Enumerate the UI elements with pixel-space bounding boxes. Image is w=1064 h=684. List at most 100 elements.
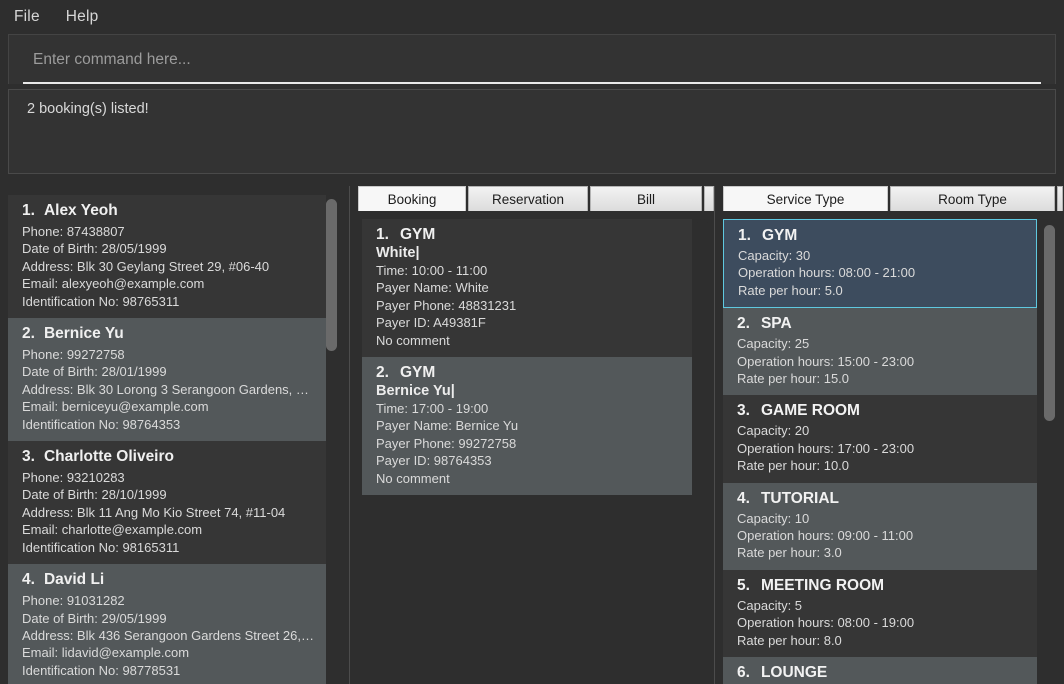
service-name: 1. GYM [738,227,1026,245]
main-content: 1. Alex Yeoh Phone: 87438807 Date of Birth:… [0,186,1064,684]
service-index: 6. [737,664,750,682]
tab-service-type[interactable]: Service Type [723,186,888,211]
person-email: Email: charlotte@example.com [22,522,203,538]
person-address: Address: Blk 436 Serangoon Gardens Stree… [22,627,316,643]
person-dob: Date of Birth: 29/05/1999 [22,610,167,626]
person-name: 1. Alex Yeoh [22,202,316,220]
menu-file[interactable]: File [14,8,40,26]
service-name-text: MEETING ROOM [760,576,885,594]
person-phone: Phone: 93210283 [22,470,125,486]
person-identification: Identification No: 98765311 [22,293,180,309]
tab-filler [704,186,714,211]
service-card[interactable]: 4. TUTORIAL Capacity: 10 Operation hours: 0… [723,482,1037,570]
booking-list: 1. GYM White| Time: 10:00 - 11:00 Payer Name… [362,219,692,496]
person-phone: Phone: 99272758 [22,347,125,363]
booking-payer-name: Payer Name: Bernice Yu [376,418,519,434]
service-hours: Operation hours: 08:00 - 19:00 [737,615,915,631]
result-message: 2 booking(s) listed! [27,101,149,117]
service-capacity: Capacity: 20 [737,423,810,439]
service-capacity: Capacity: 10 [737,510,810,526]
service-name-text: GYM [761,227,798,244]
service-rate: Rate per hour: 8.0 [737,632,842,648]
service-rate: Rate per hour: 15.0 [737,371,850,387]
booking-index: 2. [376,364,389,382]
service-rate: Rate per hour: 3.0 [737,545,842,561]
booking-tab-bar: Booking Reservation Bill [350,186,714,211]
booking-type-text: GYM [399,226,436,243]
person-list-scrollbar[interactable] [326,195,337,669]
tab-bill[interactable]: Bill [590,186,702,211]
person-list: 1. Alex Yeoh Phone: 87438807 Date of Birth:… [8,195,326,684]
service-rate: Rate per hour: 10.0 [737,458,850,474]
service-card[interactable]: 5. MEETING ROOM Capacity: 5 Operation hours… [723,569,1037,658]
service-card[interactable]: 6. LOUNGE [723,657,1037,684]
booking-payer-name: Payer Name: White [376,280,489,296]
service-list-scroll-thumb[interactable] [1044,225,1055,421]
service-card[interactable]: 1. GYM Capacity: 30 Operation hours: 08:00 … [723,219,1037,309]
booking-card[interactable]: 1. GYM White| Time: 10:00 - 11:00 Payer Name… [362,219,692,358]
command-input[interactable] [23,44,1041,84]
person-address: Address: Blk 11 Ang Mo Kio Street 74, #1… [22,504,286,520]
booking-type-text: GYM [399,364,436,382]
service-index: 2. [737,315,750,333]
result-display: 2 booking(s) listed! [8,89,1056,174]
service-name: 2. SPA [737,315,1027,333]
service-name: 4. TUTORIAL [737,490,1027,508]
service-name-text: SPA [760,315,792,333]
person-address: Address: Blk 30 Geylang Street 29, #06-4… [22,258,270,274]
service-index: 4. [737,489,750,507]
service-capacity: Capacity: 30 [738,248,811,263]
service-name-text: GAME ROOM [760,402,860,420]
service-hours: Operation hours: 15:00 - 23:00 [737,353,915,369]
service-name: 3. GAME ROOM [737,402,1027,420]
booking-payer-id: Payer ID: 98764353 [376,453,492,469]
person-identification: Identification No: 98778531 [22,662,181,678]
person-card[interactable]: 2. Bernice Yu Phone: 99272758 Date of Birth… [8,318,326,442]
service-index: 1. [738,227,751,244]
booking-panel: Booking Reservation Bill 1. GYM White| Time: … [350,186,715,684]
tab-reservation[interactable]: Reservation [468,186,588,211]
booking-subject: White| [376,245,420,261]
booking-comment: No comment [376,332,450,348]
tab-booking[interactable]: Booking [358,186,466,211]
booking-card[interactable]: 2. GYM Bernice Yu| Time: 17:00 - 19:00 Payer… [362,357,692,496]
menu-bar: File Help [0,0,1064,34]
person-name-text: Charlotte Oliveiro [43,448,174,466]
service-list-scrollbar[interactable] [1044,221,1055,677]
person-list-scroll-thumb[interactable] [326,199,337,351]
person-name: 4. David Li [22,571,316,589]
person-index: 2. [22,325,35,343]
person-name: 2. Bernice Yu [22,325,316,343]
person-email: Email: berniceyu@example.com [22,399,209,415]
booking-type: 1. GYM [376,226,682,244]
person-index: 4. [22,571,35,589]
booking-payer-id: Payer ID: A49381F [376,315,486,331]
person-index: 1. [22,202,35,219]
service-card[interactable]: 3. GAME ROOM Capacity: 20 Operation hours: … [723,395,1037,483]
service-name: 6. LOUNGE [737,664,1027,682]
person-email: Email: lidavid@example.com [22,645,190,661]
service-name-text: LOUNGE [760,664,828,682]
booking-time: Time: 10:00 - 11:00 [376,263,488,278]
service-tab-bar: Service Type Room Type [715,186,1063,211]
person-address: Address: Blk 30 Lorong 3 Serangoon Garde… [22,381,316,397]
person-index: 3. [22,448,35,466]
person-card[interactable]: 3. Charlotte Oliveiro Phone: 93210283 Date … [8,441,326,565]
tab-room-type[interactable]: Room Type [890,186,1055,211]
person-name: 3. Charlotte Oliveiro [22,448,316,466]
service-index: 3. [737,402,750,420]
service-card[interactable]: 2. SPA Capacity: 25 Operation hours: 15:00 … [723,308,1037,396]
service-hours: Operation hours: 17:00 - 23:00 [737,440,915,456]
person-card[interactable]: 1. Alex Yeoh Phone: 87438807 Date of Birth:… [8,195,326,319]
booking-index: 1. [376,226,389,243]
person-identification: Identification No: 98764353 [22,416,181,432]
booking-type: 2. GYM [376,364,682,382]
service-name: 5. MEETING ROOM [737,577,1027,595]
person-dob: Date of Birth: 28/01/1999 [22,364,167,380]
booking-list-scrollbar[interactable] [697,219,708,677]
menu-help[interactable]: Help [66,8,99,26]
person-name-text: Bernice Yu [43,325,124,343]
service-hours: Operation hours: 08:00 - 21:00 [738,265,916,281]
person-card[interactable]: 4. David Li Phone: 91031282 Date of Birth: … [8,564,326,684]
person-identification: Identification No: 98165311 [22,539,180,555]
